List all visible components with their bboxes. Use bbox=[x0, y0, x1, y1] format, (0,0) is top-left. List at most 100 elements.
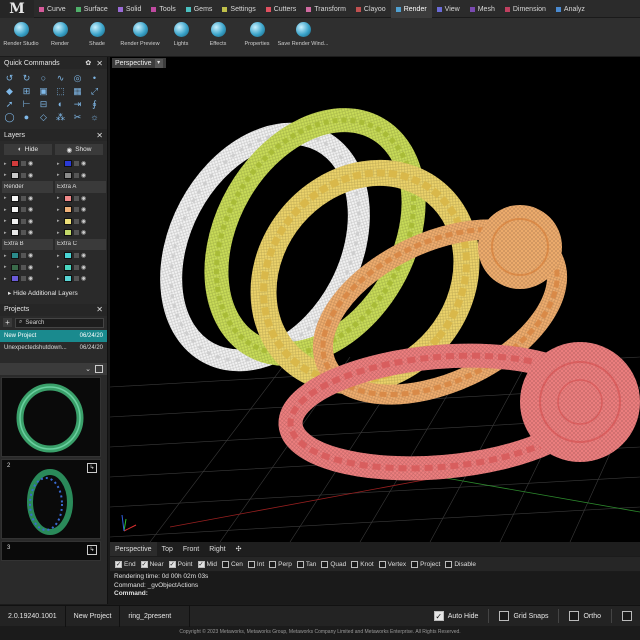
gear-icon[interactable]: ✿ bbox=[85, 59, 91, 68]
view-tab-perspective[interactable]: Perspective bbox=[110, 542, 157, 556]
checkbox-icon[interactable]: ✓ bbox=[140, 560, 148, 568]
lock-icon[interactable] bbox=[21, 207, 26, 213]
ribbon-effects-button[interactable]: Effects bbox=[196, 18, 240, 56]
layer-color-swatch[interactable] bbox=[64, 252, 72, 260]
circle-icon[interactable]: ○ bbox=[38, 73, 49, 84]
project-search-input[interactable]: ⌕ Search bbox=[15, 317, 104, 328]
lock-icon[interactable] bbox=[74, 253, 79, 259]
checkbox-icon[interactable]: ✓ bbox=[197, 560, 205, 568]
show-layers-button[interactable]: ◉ Show bbox=[55, 144, 103, 155]
hide-additional-layers[interactable]: ▸ Hide Additional Layers bbox=[0, 285, 107, 299]
eye-icon[interactable]: ◉ bbox=[28, 160, 33, 167]
tab-curve[interactable]: Curve bbox=[34, 0, 71, 18]
layer-row[interactable]: ▸ ◉ bbox=[2, 227, 53, 239]
lock-icon[interactable] bbox=[21, 195, 26, 201]
command-prompt[interactable]: Command: bbox=[114, 590, 636, 599]
arc-icon[interactable]: ↺ bbox=[4, 73, 15, 84]
eye-icon[interactable]: ◉ bbox=[81, 206, 86, 213]
lock-icon[interactable] bbox=[74, 218, 79, 224]
project-thumbnail[interactable]: 2 ↳ bbox=[1, 458, 101, 539]
lock-icon[interactable] bbox=[21, 172, 26, 178]
revolve-icon[interactable]: ◐ bbox=[55, 99, 66, 110]
render-icon[interactable]: ☼ bbox=[89, 112, 100, 123]
tab-tools[interactable]: Tools bbox=[146, 0, 180, 18]
perspective-viewport[interactable]: Perspective ▾ bbox=[110, 57, 640, 542]
layer-color-swatch[interactable] bbox=[64, 217, 72, 225]
osnap-project[interactable]: Project bbox=[411, 560, 440, 568]
layer-color-swatch[interactable] bbox=[64, 263, 72, 271]
checkbox-icon[interactable] bbox=[378, 560, 386, 568]
mesh-icon[interactable]: ⊟ bbox=[38, 99, 49, 110]
node-icon[interactable]: ◆ bbox=[4, 86, 15, 97]
curve-icon[interactable]: ∿ bbox=[55, 73, 66, 84]
layer-row[interactable]: ▸ ◉ bbox=[2, 250, 53, 262]
layer-row[interactable]: ▸ ◉ bbox=[55, 193, 106, 205]
checkbox-icon[interactable] bbox=[622, 611, 632, 621]
arc2-icon[interactable]: ↻ bbox=[21, 73, 32, 84]
chevron-right-icon[interactable]: ▸ bbox=[57, 230, 62, 236]
tab-clayoo[interactable]: Clayoo bbox=[351, 0, 391, 18]
layer-row[interactable]: ▸ ◉ bbox=[55, 216, 106, 228]
lock-icon[interactable] bbox=[74, 276, 79, 282]
lock-icon[interactable] bbox=[74, 264, 79, 270]
checkbox-icon[interactable] bbox=[221, 560, 229, 568]
scale-icon[interactable]: ⤢ bbox=[89, 86, 100, 97]
add-project-button[interactable]: + bbox=[3, 318, 12, 327]
tab-solid[interactable]: Solid bbox=[113, 0, 147, 18]
osnap-perp[interactable]: Perp bbox=[269, 560, 292, 568]
lock-icon[interactable] bbox=[21, 253, 26, 259]
box-icon[interactable]: ▣ bbox=[38, 86, 49, 97]
chevron-right-icon[interactable]: ▸ bbox=[57, 172, 62, 178]
layer-row[interactable]: ▸ ◉ bbox=[55, 158, 106, 170]
lock-icon[interactable] bbox=[21, 161, 26, 167]
eye-icon[interactable]: ◉ bbox=[28, 229, 33, 236]
chevron-right-icon[interactable]: ▸ bbox=[57, 264, 62, 270]
add-thumbnail-icon[interactable] bbox=[95, 364, 103, 373]
chevron-right-icon[interactable]: ▸ bbox=[4, 172, 9, 178]
layer-row[interactable]: ▸ ◉ bbox=[2, 158, 53, 170]
chevron-right-icon[interactable]: ▸ bbox=[4, 218, 9, 224]
group-icon[interactable]: ⊞ bbox=[21, 86, 32, 97]
layer-color-swatch[interactable] bbox=[64, 194, 72, 202]
sweep-icon[interactable]: ∮ bbox=[89, 99, 100, 110]
osnap-point[interactable]: ✓ Point bbox=[168, 560, 193, 568]
ring-icon[interactable]: ◯ bbox=[4, 112, 15, 123]
open-icon[interactable]: ↳ bbox=[87, 544, 97, 555]
eye-icon[interactable]: ◉ bbox=[81, 252, 86, 259]
tab-render[interactable]: Render bbox=[390, 0, 432, 18]
layer-row[interactable]: ▸ ◉ bbox=[55, 227, 106, 239]
eye-icon[interactable]: ◉ bbox=[28, 264, 33, 271]
ribbon-save-render-wind-button[interactable]: Save Render Wind... bbox=[274, 18, 332, 56]
grid-icon[interactable]: ▦ bbox=[72, 86, 83, 97]
app-logo[interactable]: M bbox=[0, 0, 34, 18]
eye-icon[interactable]: ◉ bbox=[81, 172, 86, 179]
osnap-end[interactable]: ✓ End bbox=[115, 560, 136, 568]
close-icon[interactable]: ✕ bbox=[96, 305, 103, 314]
extrude-icon[interactable]: ⬚ bbox=[55, 86, 66, 97]
layer-group[interactable]: Extra B bbox=[2, 238, 53, 250]
chevron-right-icon[interactable]: ▸ bbox=[4, 264, 9, 270]
layer-color-swatch[interactable] bbox=[11, 263, 19, 271]
eye-icon[interactable]: ◉ bbox=[81, 218, 86, 225]
checkbox-icon[interactable] bbox=[499, 611, 510, 621]
chevron-right-icon[interactable]: ▸ bbox=[4, 230, 9, 236]
eye-icon[interactable]: ◉ bbox=[81, 229, 86, 236]
osnap-mid[interactable]: ✓ Mid bbox=[197, 560, 217, 568]
checkbox-icon[interactable] bbox=[269, 560, 277, 568]
cutter-icon[interactable]: ✂ bbox=[72, 112, 83, 123]
osnap-tan[interactable]: Tan bbox=[296, 560, 316, 568]
lock-icon[interactable] bbox=[21, 218, 26, 224]
ribbon-shade-button[interactable]: Shade bbox=[80, 18, 114, 56]
chevron-right-icon[interactable]: ▸ bbox=[4, 253, 9, 259]
pave-icon[interactable]: ⁂ bbox=[55, 112, 66, 123]
eye-icon[interactable]: ◉ bbox=[28, 218, 33, 225]
chevron-right-icon[interactable]: ▸ bbox=[4, 195, 9, 201]
layer-color-swatch[interactable] bbox=[11, 160, 19, 168]
layer-group[interactable]: Extra A bbox=[55, 181, 106, 193]
checkbox-icon[interactable] bbox=[296, 560, 304, 568]
eye-icon[interactable]: ◉ bbox=[81, 275, 86, 282]
tab-transform[interactable]: Transform bbox=[301, 0, 351, 18]
hide-layers-button[interactable]: ◐ Hide bbox=[4, 144, 52, 155]
chevron-right-icon[interactable]: ▸ bbox=[57, 161, 62, 167]
command-area[interactable]: Rendering time: 0d 00h 02m 03s Command: … bbox=[110, 572, 640, 604]
